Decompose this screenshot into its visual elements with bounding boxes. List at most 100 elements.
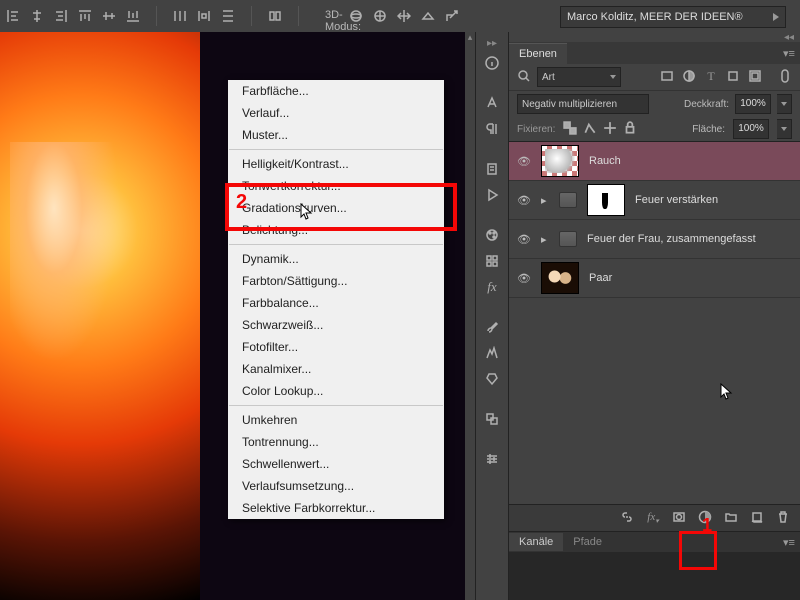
layer-mask-thumbnail[interactable] (587, 184, 625, 216)
menu-item[interactable]: Fotofilter... (228, 336, 444, 358)
styles-panel-icon[interactable]: fx (476, 274, 508, 300)
fill-value[interactable]: 100% (733, 119, 769, 139)
layer-paar[interactable]: 👁 Paar (509, 259, 800, 298)
tab-paths[interactable]: Pfade (563, 533, 612, 551)
actions-panel-icon[interactable] (476, 156, 508, 182)
menu-item[interactable]: Helligkeit/Kontrast... (228, 153, 444, 175)
delete-layer-icon[interactable] (776, 510, 790, 527)
visibility-icon[interactable]: 👁 (517, 155, 531, 168)
layer-name-label[interactable]: Paar (589, 272, 612, 284)
panel-menu-icon[interactable]: ▾≡ (778, 532, 800, 553)
new-layer-icon[interactable] (750, 510, 764, 527)
lock-transparency-icon[interactable] (563, 121, 575, 138)
scroll-up-icon[interactable]: ▴ (465, 32, 475, 42)
character-panel-icon[interactable] (476, 90, 508, 116)
callout-number-1: 1 (702, 515, 712, 536)
filter-kind-select[interactable]: Art (537, 67, 621, 87)
menu-item[interactable]: Schwellenwert... (228, 453, 444, 475)
layer-mask-icon[interactable] (672, 510, 686, 527)
paragraph-panel-icon[interactable] (476, 116, 508, 142)
opacity-stepper[interactable] (777, 94, 792, 114)
expand-arrow-icon[interactable]: ▸ (541, 233, 549, 246)
brush-presets-icon[interactable] (476, 340, 508, 366)
distribute-v-icon[interactable] (221, 9, 235, 23)
clone-source-icon[interactable] (476, 406, 508, 432)
lock-position-icon[interactable] (603, 121, 615, 138)
panel-collapse-icon[interactable]: ◂◂ (509, 32, 800, 42)
align-top-icon[interactable] (78, 9, 92, 23)
dock-collapse-icon[interactable]: ▸▸ (476, 38, 508, 48)
canvas-scrollbar[interactable]: ▴ (465, 32, 475, 600)
menu-item[interactable]: Dynamik... (228, 248, 444, 270)
layer-thumbnail[interactable] (541, 262, 579, 294)
3d-roll-icon[interactable] (373, 9, 387, 23)
brush-panel-icon[interactable] (476, 314, 508, 340)
3d-pan-icon[interactable] (397, 9, 411, 23)
link-layers-icon[interactable] (620, 510, 634, 527)
menu-item[interactable]: Schwarzweiß... (228, 314, 444, 336)
filter-smart-icon[interactable] (748, 69, 762, 86)
menu-item[interactable]: Selektive Farbkorrektur... (228, 497, 444, 519)
align-right-icon[interactable] (54, 9, 68, 23)
filter-shape-icon[interactable] (726, 69, 740, 86)
filter-toggle-icon[interactable] (778, 69, 792, 86)
menu-item[interactable]: Color Lookup... (228, 380, 444, 402)
menu-item[interactable]: Farbton/Sättigung... (228, 270, 444, 292)
settings-panel-icon[interactable] (476, 446, 508, 472)
layer-name-label[interactable]: Feuer der Frau, zusammengefasst (587, 233, 756, 245)
tab-layers[interactable]: Ebenen (509, 43, 567, 64)
info-panel-icon[interactable] (476, 50, 508, 76)
tool-presets-icon[interactable] (476, 366, 508, 392)
menu-item[interactable]: Verlauf... (228, 102, 444, 124)
layer-name-label[interactable]: Feuer verstärken (635, 194, 718, 206)
visibility-icon[interactable]: 👁 (517, 194, 531, 207)
workspace-label: Marco Kolditz, MEER DER IDEEN® (567, 11, 743, 23)
layer-group-feuer-frau[interactable]: 👁 ▸ Feuer der Frau, zusammengefasst (509, 220, 800, 259)
lock-pixels-icon[interactable] (583, 121, 595, 138)
panel-menu-icon[interactable]: ▾≡ (778, 43, 800, 64)
channels-thumbnails[interactable] (509, 552, 800, 600)
filter-type-icon[interactable]: T (704, 69, 718, 86)
layer-rauch[interactable]: 👁 Rauch (509, 142, 800, 181)
align-icons-group: 3D-Modus: (0, 6, 459, 26)
layer-name-label[interactable]: Rauch (589, 155, 621, 167)
visibility-icon[interactable]: 👁 (517, 233, 531, 246)
opacity-value[interactable]: 100% (735, 94, 771, 114)
workspace-switcher[interactable]: Marco Kolditz, MEER DER IDEEN® (560, 6, 786, 28)
menu-item[interactable]: Verlaufsumsetzung... (228, 475, 444, 497)
3d-slide-icon[interactable] (421, 9, 435, 23)
align-left-icon[interactable] (6, 9, 20, 23)
collapsed-panel-dock: ▸▸ fx (475, 32, 509, 600)
menu-item[interactable]: Umkehren (228, 409, 444, 431)
menu-item[interactable]: Tontrennung... (228, 431, 444, 453)
align-center-h-icon[interactable] (30, 9, 44, 23)
menu-item[interactable]: Muster... (228, 124, 444, 146)
3d-scale-icon[interactable] (445, 9, 459, 23)
new-group-icon[interactable] (724, 510, 738, 527)
distribute-h-icon[interactable] (173, 9, 187, 23)
layer-group-feuer-verstaerken[interactable]: 👁 ▸ Feuer verstärken (509, 181, 800, 220)
menu-item[interactable]: Farbbalance... (228, 292, 444, 314)
layer-style-icon[interactable]: fx▾ (646, 511, 660, 525)
lock-all-icon[interactable] (623, 121, 635, 138)
tab-channels[interactable]: Kanäle (509, 533, 563, 551)
menu-item[interactable]: Farbfläche... (228, 80, 444, 102)
align-center-v-icon[interactable] (102, 9, 116, 23)
visibility-icon[interactable]: 👁 (517, 272, 531, 285)
color-panel-icon[interactable] (476, 222, 508, 248)
menu-item[interactable]: Kanalmixer... (228, 358, 444, 380)
fill-stepper[interactable] (777, 119, 792, 139)
layer-list-empty[interactable] (509, 298, 800, 504)
align-bottom-icon[interactable] (126, 9, 140, 23)
expand-arrow-icon[interactable]: ▸ (541, 194, 549, 207)
distribute-center-icon[interactable] (197, 9, 211, 23)
adjustment-layer-menu: Farbfläche... Verlauf... Muster... Helli… (228, 80, 444, 519)
filter-adjustment-icon[interactable] (682, 69, 696, 86)
3d-orbit-icon[interactable] (349, 9, 363, 23)
filter-pixel-icon[interactable] (660, 69, 674, 86)
blend-mode-select[interactable]: Negativ multiplizieren (517, 94, 649, 114)
auto-align-icon[interactable] (268, 9, 282, 23)
play-icon[interactable] (476, 182, 508, 208)
layer-thumbnail[interactable] (541, 145, 579, 177)
swatches-panel-icon[interactable] (476, 248, 508, 274)
